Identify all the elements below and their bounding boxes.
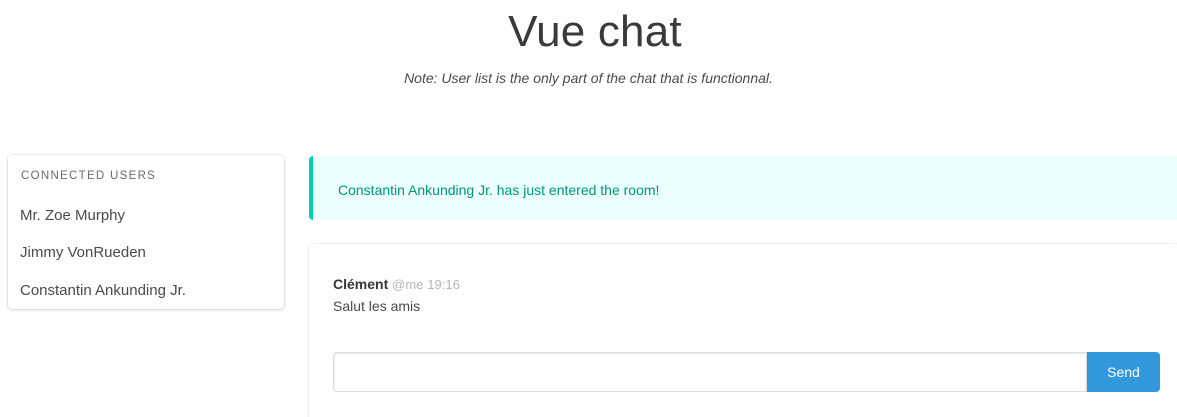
- message-time: 19:16: [427, 277, 460, 292]
- page-note: Note: User list is the only part of the …: [404, 70, 773, 86]
- user-joined-notification: Constantin Ankunding Jr. has just entere…: [309, 156, 1177, 220]
- chat-box: Clément @me 19:16 Salut les amis Send: [309, 244, 1177, 417]
- notification-text: Constantin Ankunding Jr. has just entere…: [338, 182, 660, 198]
- message-handle: @me: [392, 277, 424, 292]
- message-input[interactable]: [333, 352, 1087, 392]
- user-list-item[interactable]: Mr. Zoe Murphy: [20, 207, 125, 224]
- page-title: Vue chat: [508, 7, 682, 56]
- send-button[interactable]: Send: [1087, 352, 1160, 392]
- user-list-item[interactable]: Jimmy VonRueden: [20, 244, 146, 261]
- message-author: Clément: [333, 276, 389, 292]
- chat-page: Vue chat Note: User list is the only par…: [0, 0, 1177, 417]
- connected-users-heading: CONNECTED USERS: [21, 170, 157, 182]
- user-list-item[interactable]: Constantin Ankunding Jr.: [20, 282, 186, 299]
- message-header: Clément @me 19:16: [333, 275, 460, 294]
- message-text: Salut les amis: [333, 298, 421, 314]
- connected-users-panel: CONNECTED USERS Mr. Zoe Murphy Jimmy Von…: [8, 155, 284, 309]
